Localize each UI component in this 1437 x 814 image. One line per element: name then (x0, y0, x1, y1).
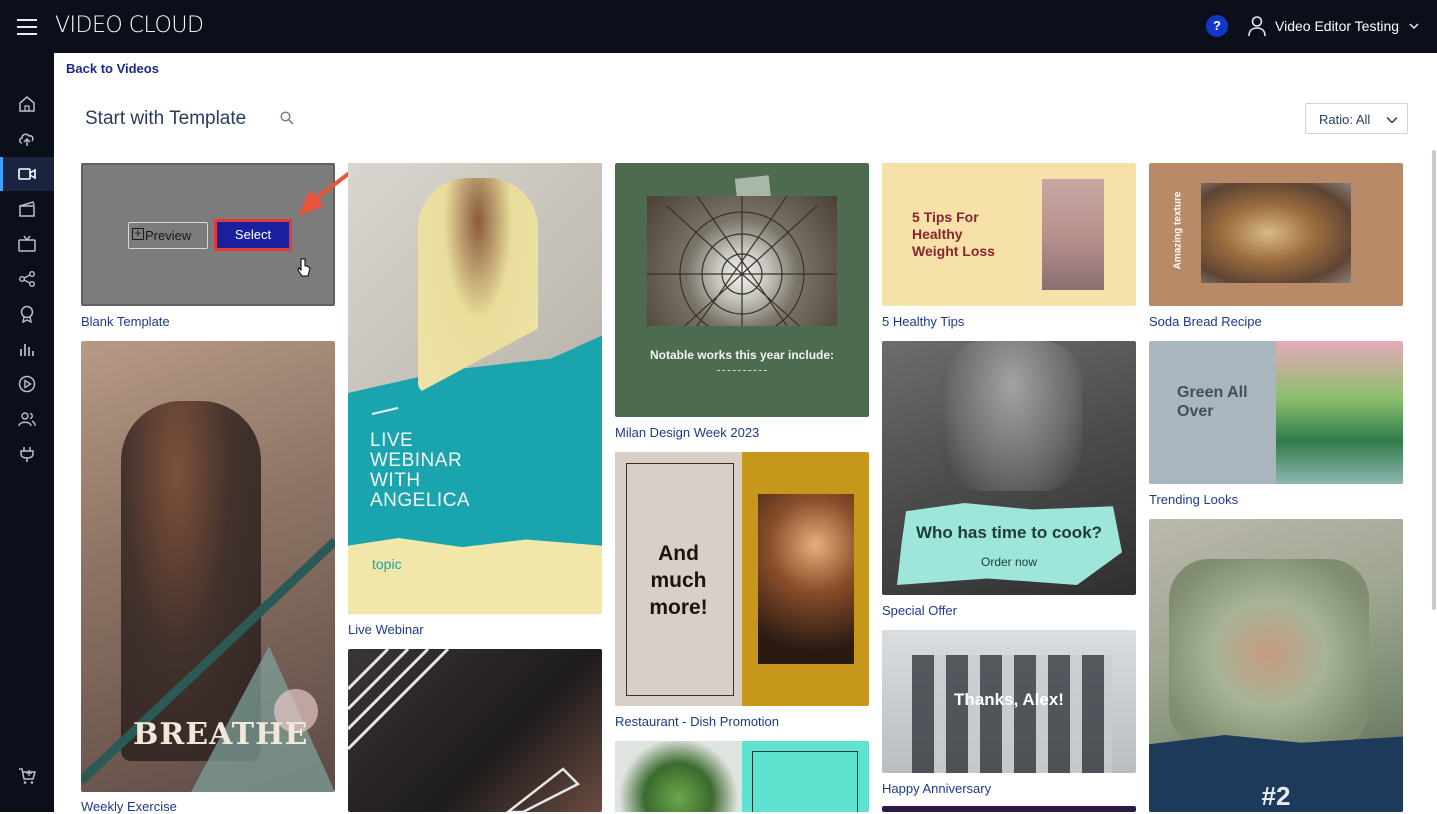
chevron-down-icon[interactable] (1408, 20, 1420, 32)
plug-icon[interactable] (0, 437, 54, 471)
page-title: Start with Template (85, 108, 247, 129)
user-icon[interactable] (1247, 15, 1267, 37)
add-icon: + (132, 227, 144, 240)
template-title[interactable]: Restaurant - Dish Promotion (615, 714, 779, 729)
select-label: Select (234, 227, 272, 242)
template-title[interactable]: 5 Healthy Tips (882, 314, 964, 329)
frame-border (752, 751, 858, 812)
template-thumbnail-restaurant[interactable]: And much more! (615, 452, 869, 706)
ad-badge-icon[interactable] (0, 297, 54, 331)
template-title[interactable]: Soda Bread Recipe (1149, 314, 1262, 329)
template-thumbnail-money[interactable]: #2 (1149, 519, 1403, 812)
ratio-label: Ratio: All (1319, 112, 1371, 127)
beach-photo (1042, 179, 1104, 290)
template-thumbnail-milan[interactable]: Notable works this year include: (615, 163, 869, 417)
thumbnail-text: Thanks, Alex! (954, 690, 1064, 709)
help-icon[interactable]: ? (1206, 15, 1228, 37)
teal-splash (897, 503, 1122, 585)
thumbnail-text: Order now (980, 555, 1038, 569)
user-menu-label[interactable]: Video Editor Testing (1275, 18, 1399, 34)
upload-icon[interactable] (0, 122, 54, 156)
template-title[interactable]: Special Offer (882, 603, 957, 618)
template-title[interactable]: Milan Design Week 2023 (615, 425, 759, 440)
template-thumbnail-soda[interactable]: Amazing texture (1149, 163, 1403, 306)
dome-grid (647, 196, 837, 326)
template-thumbnail-tools[interactable] (348, 649, 602, 812)
thumbnail-text: And much more! (649, 542, 708, 619)
dinner-photo (758, 494, 854, 664)
video-camera-icon[interactable] (0, 157, 54, 191)
scrollbar[interactable] (1432, 150, 1436, 610)
thumbnail-text: LIVE WEBINAR WITH ANGELICA (370, 430, 471, 511)
template-thumbnail-next[interactable] (882, 806, 1136, 812)
app-brand: VIDEO CLOUD (55, 13, 204, 38)
template-title[interactable]: Trending Looks (1149, 492, 1238, 507)
analytics-icon[interactable] (0, 332, 54, 366)
cursor-icon (297, 258, 311, 277)
dash-icon (371, 407, 399, 415)
sidebar (0, 53, 54, 812)
play-circle-icon[interactable] (0, 367, 54, 401)
thumbnail-text: Amazing texture (1172, 191, 1184, 270)
thumbnail-text: Who has time to cook? (915, 523, 1103, 542)
bread-photo (1201, 183, 1351, 283)
thumbnail-text: Green All Over (1177, 384, 1248, 420)
stripe-graphic (348, 649, 581, 812)
photo-area (615, 741, 742, 812)
back-to-videos-link[interactable]: Back to Videos (66, 61, 159, 76)
template-title[interactable]: Blank Template (81, 314, 170, 329)
users-icon[interactable] (0, 402, 54, 436)
cart-icon[interactable] (18, 767, 36, 785)
thumbnail-text: topic (372, 556, 402, 572)
top-bar: VIDEO CLOUD ? Video Editor Testing (0, 0, 1437, 53)
template-thumbnail-weekly[interactable]: BREATHE (81, 341, 335, 792)
template-thumbnail-offer[interactable]: Who has time to cook? Order now (882, 341, 1136, 595)
thumbnail-text: BREATHE (133, 717, 309, 752)
home-icon[interactable] (0, 87, 54, 121)
dotted-line (717, 370, 767, 371)
select-button[interactable]: Select (214, 219, 292, 251)
template-thumbnail-webinar[interactable]: LIVE WEBINAR WITH ANGELICA topic (348, 163, 602, 614)
tv-icon[interactable] (0, 227, 54, 261)
thumbnail-text: #2 (1261, 781, 1291, 811)
preview-label: Preview (145, 228, 192, 243)
thumbnail-text: Notable works this year include: (649, 348, 835, 362)
dome-photo (647, 196, 837, 326)
template-thumbnail-anniv[interactable]: Thanks, Alex! (882, 630, 1136, 773)
thumbnail-text: 5 Tips For Healthy Weight Loss (912, 209, 995, 259)
food-photo (942, 341, 1082, 491)
template-thumbnail-green[interactable] (615, 741, 869, 812)
text-panel: And much more! (615, 452, 742, 706)
search-icon[interactable] (280, 111, 294, 125)
template-thumbnail-trending[interactable]: Green All Over (1149, 341, 1403, 484)
dress-photo (1276, 341, 1403, 484)
template-title[interactable]: Happy Anniversary (882, 781, 991, 796)
ratio-dropdown[interactable]: Ratio: All (1305, 103, 1408, 134)
template-thumbnail-tips[interactable]: 5 Tips For Healthy Weight Loss (882, 163, 1136, 306)
chevron-down-icon (1386, 116, 1398, 124)
people-photo (912, 655, 1112, 773)
menu-icon[interactable] (17, 19, 37, 35)
preview-button[interactable]: + Preview (128, 222, 208, 249)
share-icon[interactable] (0, 262, 54, 296)
cream-band (348, 538, 602, 614)
clapper-icon[interactable] (0, 192, 54, 226)
template-title[interactable]: Live Webinar (348, 622, 424, 637)
hand-photo (1169, 559, 1369, 749)
